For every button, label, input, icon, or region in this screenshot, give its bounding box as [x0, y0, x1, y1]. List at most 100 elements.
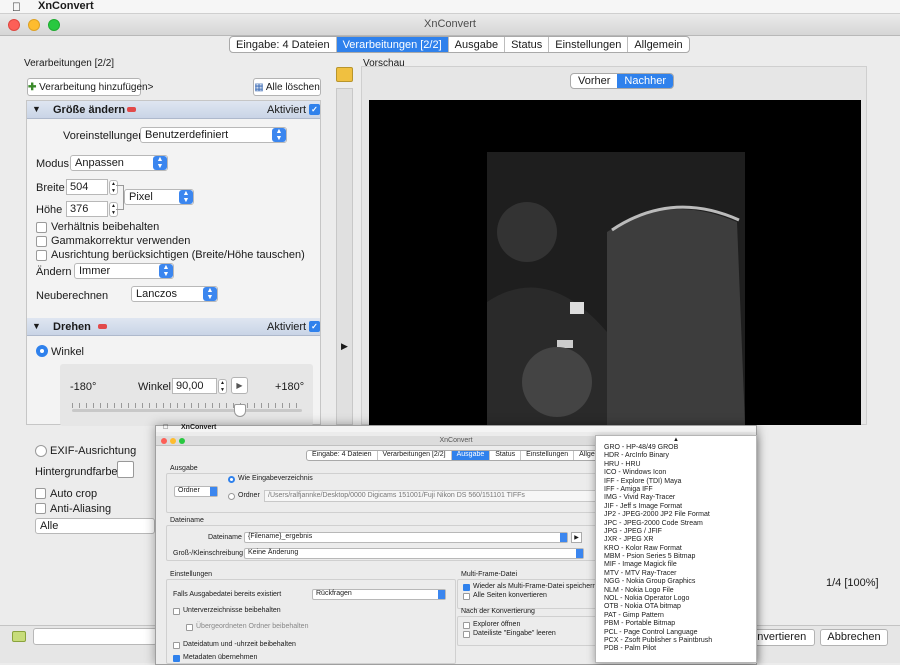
resize-section-header[interactable]: ▼ Größe ändern Aktiviert ✓: [27, 101, 320, 119]
resample-select[interactable]: Lanczos ▲ ▼: [131, 286, 218, 302]
orientation-checkbox[interactable]: [36, 250, 47, 261]
rotate-activated-checkbox[interactable]: ✓: [309, 321, 320, 332]
format-list-item[interactable]: GRO - HP-48/49 GROB: [596, 444, 756, 452]
app-menu[interactable]: XnConvert: [38, 0, 94, 12]
triangle-down-icon[interactable]: ▼: [32, 321, 41, 331]
format-list-item[interactable]: JPG - JPEG / JFIF: [596, 528, 756, 536]
all-select[interactable]: Alle: [35, 518, 155, 534]
height-label: Höhe: [36, 204, 63, 216]
angle-label: Winkel: [138, 381, 172, 393]
select-arrows-icon: ▲ ▼: [179, 190, 193, 204]
tab-processing[interactable]: Verarbeitungen [2/2]: [336, 37, 449, 52]
format-list-item[interactable]: KRO - Kolor Raw Format: [596, 545, 756, 553]
play-icon[interactable]: ▶: [231, 377, 248, 394]
format-list-item[interactable]: PBM - Portable Bitmap: [596, 620, 756, 628]
overlay-output-header: Ausgabe: [170, 465, 198, 472]
before-button[interactable]: Vorher: [571, 74, 617, 88]
tab-general[interactable]: Allgemein: [628, 37, 688, 52]
angle-radio[interactable]: [36, 345, 48, 357]
mode-select[interactable]: Anpassen ▲ ▼: [70, 155, 168, 171]
overlay-tab-processing: Verarbeitungen [2/2]: [378, 451, 452, 460]
select-arrows-icon: [210, 487, 217, 496]
change-select[interactable]: Immer ▲ ▼: [74, 263, 174, 279]
window-titlebar: XnConvert: [0, 14, 900, 36]
tab-output[interactable]: Ausgabe: [449, 37, 506, 52]
scroll-up-icon[interactable]: ▲: [596, 436, 756, 444]
profile-field[interactable]: [33, 628, 157, 645]
format-list-item[interactable]: ICO - Windows Icon: [596, 469, 756, 477]
format-list-item[interactable]: NOL - Nokia Operator Logo: [596, 595, 756, 603]
format-list-item[interactable]: MTV - MTV Ray-Tracer: [596, 570, 756, 578]
angle-stepper[interactable]: ▲ ▼: [218, 379, 227, 394]
format-list-item[interactable]: IMG - Vivid Ray-Tracer: [596, 494, 756, 502]
layers-icon[interactable]: [336, 67, 353, 82]
format-list-item[interactable]: PDB - Palm Pilot: [596, 645, 756, 653]
overlay-explorer-checkbox: [463, 622, 470, 629]
select-arrows-icon: ▲ ▼: [203, 287, 217, 301]
change-label: Ändern: [36, 266, 72, 278]
rotate-section-header[interactable]: ▼ Drehen Aktiviert ✓: [27, 318, 320, 336]
bg-color-swatch[interactable]: [117, 461, 134, 478]
cancel-button[interactable]: Abbrechen: [820, 629, 888, 646]
tab-settings[interactable]: Einstellungen: [549, 37, 629, 52]
select-arrows-icon: [576, 549, 583, 558]
preset-select[interactable]: Benutzerdefiniert ▲ ▼: [140, 127, 287, 143]
unit-select[interactable]: Pixel ▲ ▼: [124, 189, 194, 205]
gamma-checkbox[interactable]: [36, 236, 47, 247]
format-list-item[interactable]: PAT - Gimp Pattern: [596, 612, 756, 620]
angle-slider-track[interactable]: [72, 409, 302, 412]
format-list-item[interactable]: NGG - Nokia Group Graphics: [596, 578, 756, 586]
format-list-item[interactable]: NLM - Nokia Logo File: [596, 587, 756, 595]
add-icon: ✚: [28, 82, 37, 93]
format-list-item[interactable]: PCX - Zsoft Publisher s Paintbrush: [596, 637, 756, 645]
add-processing-button[interactable]: ✚ Verarbeitung hinzufügen>: [27, 78, 153, 96]
overlay-tab-output: Ausgabe: [451, 451, 491, 460]
overlay-tab-input: Eingabe: 4 Dateien: [307, 451, 378, 460]
overlay-filename-label: Dateiname: [208, 534, 242, 541]
format-list-item[interactable]: JIF - Jeff s Image Format: [596, 503, 756, 511]
orientation-label: Ausrichtung berücksichtigen (Breite/Höhe…: [51, 249, 305, 261]
overlay-clear-list-label: Dateiliste "Eingabe" leeren: [473, 630, 556, 637]
format-list-item[interactable]: JP2 - JPEG-2000 JP2 File Format: [596, 511, 756, 519]
format-list-item[interactable]: MIF - Image Magick file: [596, 561, 756, 569]
keep-ratio-checkbox[interactable]: [36, 222, 47, 233]
angle-input[interactable]: 90,00: [172, 378, 217, 394]
remove-icon[interactable]: [98, 324, 107, 329]
angle-slider-ticks: [72, 403, 302, 408]
apple-icon[interactable]: : [12, 0, 21, 14]
clear-all-button[interactable]: ▦ Alle löschen: [253, 78, 321, 96]
format-list-item[interactable]: PCL - Page Control Language: [596, 629, 756, 637]
format-list-item[interactable]: IFF - Explore (TDI) Maya: [596, 478, 756, 486]
format-list-item[interactable]: IFF - Amiga IFF: [596, 486, 756, 494]
format-list-item[interactable]: OTB - Nokia OTA bitmap: [596, 603, 756, 611]
after-button[interactable]: Nachher: [617, 74, 673, 88]
resample-label: Neuberechnen: [36, 290, 109, 302]
preview-image: [487, 152, 745, 425]
tab-input[interactable]: Eingabe: 4 Dateien: [230, 37, 337, 52]
remove-icon[interactable]: [127, 107, 136, 112]
resize-activated-checkbox[interactable]: ✓: [309, 104, 320, 115]
expand-arrow-icon[interactable]: ▶: [341, 341, 348, 352]
keep-ratio-label: Verhältnis beibehalten: [51, 221, 160, 233]
triangle-down-icon[interactable]: ▼: [32, 104, 41, 114]
folder-icon[interactable]: [12, 631, 26, 642]
tab-status[interactable]: Status: [505, 37, 550, 52]
splitter-bar[interactable]: [336, 88, 353, 425]
format-dropdown[interactable]: ▲ GRO - HP-48/49 GROB HDR - ArcInfo Binar…: [595, 435, 757, 663]
overlay-menubar:  XnConvert: [156, 424, 756, 432]
antialias-checkbox[interactable]: [35, 503, 46, 514]
autocrop-label: Auto crop: [50, 488, 98, 500]
format-list-item[interactable]: JPC - JPEG-2000 Code Stream: [596, 520, 756, 528]
angle-slider-handle[interactable]: [234, 404, 246, 417]
format-list-item[interactable]: HRU - HRU: [596, 461, 756, 469]
exif-radio[interactable]: [35, 445, 47, 457]
autocrop-checkbox[interactable]: [35, 488, 46, 499]
overlay-subfolders-checkbox: [173, 608, 180, 615]
height-input[interactable]: 376: [66, 201, 108, 217]
width-input[interactable]: 504: [66, 179, 108, 195]
overlay-same-dir-label: Wie Eingabeverzeichnis: [238, 475, 313, 482]
format-list-item[interactable]: HDR - ArcInfo Binary: [596, 452, 756, 460]
select-arrows-icon: ▲ ▼: [159, 264, 173, 278]
format-list-item[interactable]: MBM - Psion Series 5 Bitmap: [596, 553, 756, 561]
format-list-item[interactable]: JXR - JPEG XR: [596, 536, 756, 544]
